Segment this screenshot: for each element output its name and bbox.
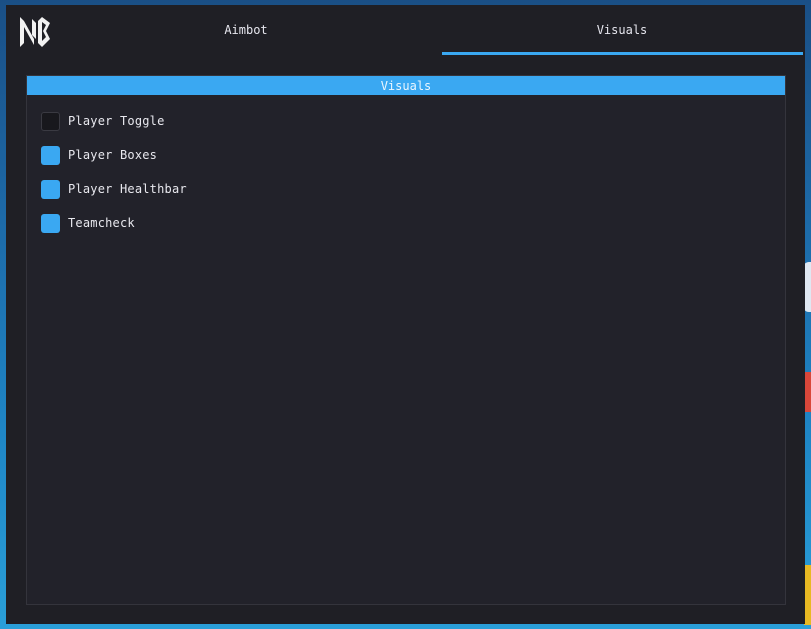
checkbox-player-toggle[interactable]: Player Toggle [41,111,165,131]
checkbox-checked[interactable] [41,145,60,165]
checkbox-label: Teamcheck [68,216,135,230]
tab-visuals-label: Visuals [596,23,648,37]
cheat-menu-window: Aimbot Visuals Visuals Player Toggle Pla… [6,5,805,624]
menu-header: Aimbot Visuals [6,5,805,57]
checkbox-label: Player Boxes [68,148,158,162]
nb-logo-icon [20,17,50,47]
active-tab-indicator [442,52,803,55]
checkbox-teamcheck[interactable]: Teamcheck [41,213,135,233]
checkbox-checked[interactable] [41,213,60,233]
checkbox-player-boxes[interactable]: Player Boxes [41,145,157,165]
checkbox-unchecked[interactable] [41,111,60,131]
tab-aimbot[interactable]: Aimbot [66,5,426,55]
background-desktop-element [804,565,811,625]
background-desktop-element [804,372,811,412]
checkbox-checked[interactable] [41,179,60,199]
checkbox-label: Player Healthbar [68,182,187,196]
tab-aimbot-label: Aimbot [224,23,268,37]
visuals-panel: Visuals Player Toggle Player Boxes Playe… [26,75,786,605]
panel-title: Visuals [27,76,785,95]
checkbox-player-healthbar[interactable]: Player Healthbar [41,179,187,199]
checkbox-label: Player Toggle [68,114,165,128]
tab-visuals[interactable]: Visuals [442,5,802,55]
